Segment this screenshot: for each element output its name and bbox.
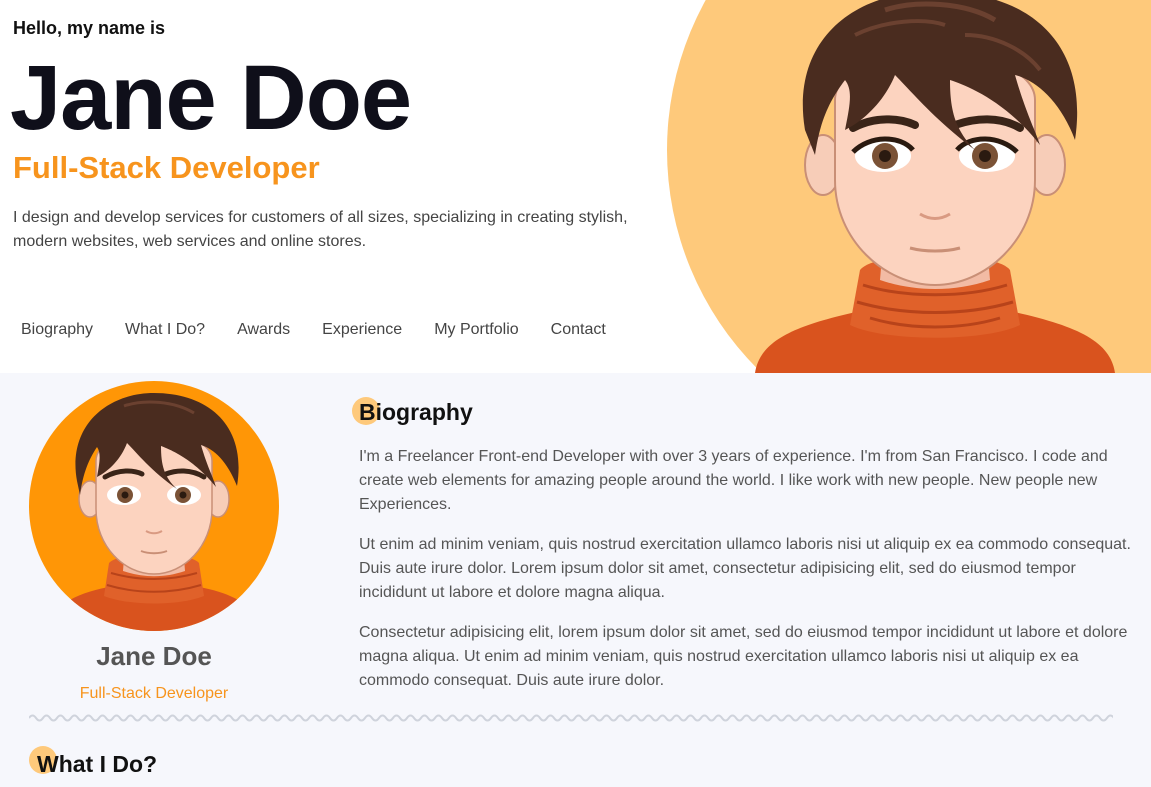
nav-item-my-portfolio[interactable]: My Portfolio: [418, 318, 534, 342]
content-section: Jane Doe Full-Stack Developer Biography …: [0, 373, 1151, 787]
biography-paragraph: Consectetur adipisicing elit, lorem ipsu…: [359, 624, 1128, 689]
biography-paragraph: I'm a Freelancer Front-end Developer wit…: [359, 448, 1108, 513]
nav-item-experience[interactable]: Experience: [306, 318, 418, 342]
hero-section: Hello, my name is Jane Doe Full-Stack De…: [0, 0, 1151, 373]
biography-text: I'm a Freelancer Front-end Developer wit…: [359, 445, 1144, 709]
profile-role: Full-Stack Developer: [79, 685, 229, 702]
nav-item-contact[interactable]: Contact: [535, 318, 622, 342]
nav-item-biography[interactable]: Biography: [5, 318, 109, 342]
profile-avatar: [29, 381, 279, 631]
what-i-do-title: What I Do?: [37, 751, 158, 777]
hero-greeting: Hello, my name is: [13, 18, 166, 38]
profile-avatar-illustration: [45, 393, 263, 631]
main-nav: Biography What I Do? Awards Experience M…: [5, 318, 622, 342]
hero-role: Full-Stack Developer: [13, 150, 320, 185]
hero-name: Jane Doe: [10, 47, 412, 149]
nav-item-what-i-do[interactable]: What I Do?: [109, 318, 221, 342]
profile-name: Jane Doe: [96, 641, 212, 671]
portfolio-page: Hello, my name is Jane Doe Full-Stack De…: [0, 0, 1151, 787]
hero-avatar-illustration: [755, 0, 1115, 373]
nav-item-awards[interactable]: Awards: [221, 318, 306, 342]
hero-description: I design and develop services for custom…: [13, 209, 628, 250]
wavy-divider: [29, 714, 1113, 722]
biography-paragraph: Ut enim ad minim veniam, quis nostrud ex…: [359, 536, 1131, 601]
biography-title: Biography: [359, 399, 473, 425]
